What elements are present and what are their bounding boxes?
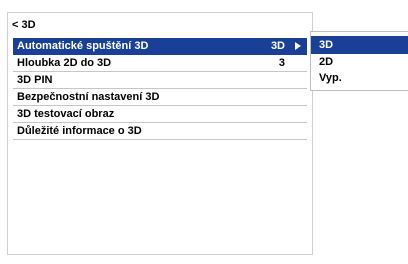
option-2d[interactable]: 2D [311,54,408,70]
back-button[interactable]: < 3D [12,17,36,33]
menu-item-label: 3D testovací obraz [17,108,115,120]
menu-list: Automatické spuštění 3D 3D Hloubka 2D do… [13,38,307,140]
menu-item-3d-safety-settings[interactable]: Bezpečnostní nastavení 3D [13,89,307,106]
menu-item-2d-to-3d-depth[interactable]: Hloubka 2D do 3D 3 [13,55,307,72]
menu-item-label: Automatické spuštění 3D [17,40,149,52]
menu-item-label: Hloubka 2D do 3D [17,57,112,69]
menu-item-label: 3D PIN [17,74,53,86]
option-off[interactable]: Vyp. [311,70,408,86]
menu-item-label: Důležité informace o 3D [17,125,142,137]
menu-item-3d-pin[interactable]: 3D PIN [13,72,307,89]
menu-item-3d-important-info[interactable]: Důležité informace o 3D [13,123,307,140]
auto-3d-options-popup: 3D 2D Vyp. [310,31,408,91]
menu-item-value: 3D [270,40,285,52]
menu-item-value: 3 [278,57,285,69]
settings-panel: < 3D Automatické spuštění 3D 3D Hloubka … [7,12,313,255]
menu-item-label: Bezpečnostní nastavení 3D [17,91,160,103]
option-3d[interactable]: 3D [311,36,408,54]
menu-item-auto-3d[interactable]: Automatické spuštění 3D 3D [13,38,307,55]
menu-item-3d-test-pattern[interactable]: 3D testovací obraz [13,106,307,123]
triangle-right-icon [295,42,301,50]
